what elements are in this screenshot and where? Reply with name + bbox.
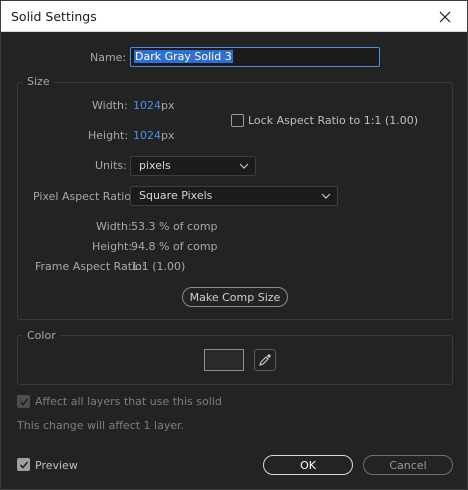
cancel-button[interactable]: Cancel <box>363 455 453 475</box>
lock-aspect-checkbox[interactable] <box>231 114 244 127</box>
height-unit: px <box>161 129 175 142</box>
height-label: Height: <box>88 129 129 142</box>
height-value[interactable]: 1024 <box>133 129 161 142</box>
color-group-title: Color <box>23 329 60 342</box>
name-input-value: Dark Gray Solid 3 <box>134 50 233 63</box>
width-value[interactable]: 1024 <box>133 99 161 112</box>
units-label: Units: <box>95 159 127 172</box>
eyedropper-icon <box>259 354 271 366</box>
info-height-value: 94.8 % of comp <box>131 240 218 253</box>
ok-button[interactable]: OK <box>263 455 353 475</box>
checkmark-icon <box>19 397 28 406</box>
close-icon <box>439 11 451 22</box>
size-group-title: Size <box>23 75 54 88</box>
affect-note: This change will affect 1 layer. <box>17 419 185 432</box>
close-button[interactable] <box>423 1 467 32</box>
info-width-value: 53.3 % of comp <box>131 220 218 233</box>
pixel-aspect-ratio-select[interactable]: Square Pixels <box>130 186 338 206</box>
units-select[interactable]: pixels <box>130 156 256 176</box>
ok-button-label: OK <box>300 458 316 472</box>
units-select-value: pixels <box>139 159 171 172</box>
width-unit: px <box>161 99 175 112</box>
dialog-title: Solid Settings <box>11 9 97 24</box>
color-swatch[interactable] <box>204 349 244 371</box>
solid-settings-dialog: Solid Settings Name: Dark Gray Solid 3 S… <box>0 0 468 490</box>
name-label: Name: <box>90 51 127 64</box>
cancel-button-label: Cancel <box>389 458 427 472</box>
affect-all-checkbox[interactable] <box>17 395 30 408</box>
checkmark-icon <box>19 460 28 469</box>
info-height-label: Height: <box>92 240 133 253</box>
preview-checkbox[interactable] <box>17 458 30 471</box>
make-comp-size-button[interactable]: Make Comp Size <box>182 287 288 307</box>
info-width-label: Width: <box>96 220 132 233</box>
frame-aspect-ratio-label: Frame Aspect Ratio: <box>35 260 146 273</box>
chevron-down-icon <box>239 163 249 169</box>
pixel-aspect-ratio-value: Square Pixels <box>139 189 213 202</box>
name-input[interactable]: Dark Gray Solid 3 <box>130 47 380 67</box>
chevron-down-icon <box>321 193 331 199</box>
preview-label: Preview <box>35 459 78 472</box>
lock-aspect-label: Lock Aspect Ratio to 1:1 (1.00) <box>248 114 418 127</box>
title-bar: Solid Settings <box>1 1 467 32</box>
pixel-aspect-ratio-label: Pixel Aspect Ratio: <box>33 190 135 203</box>
affect-all-label: Affect all layers that use this solid <box>35 395 222 408</box>
make-comp-size-label: Make Comp Size <box>189 290 281 304</box>
width-label: Width: <box>92 99 128 112</box>
eyedropper-button[interactable] <box>254 349 276 371</box>
frame-aspect-ratio-value: 1:1 (1.00) <box>131 260 186 273</box>
